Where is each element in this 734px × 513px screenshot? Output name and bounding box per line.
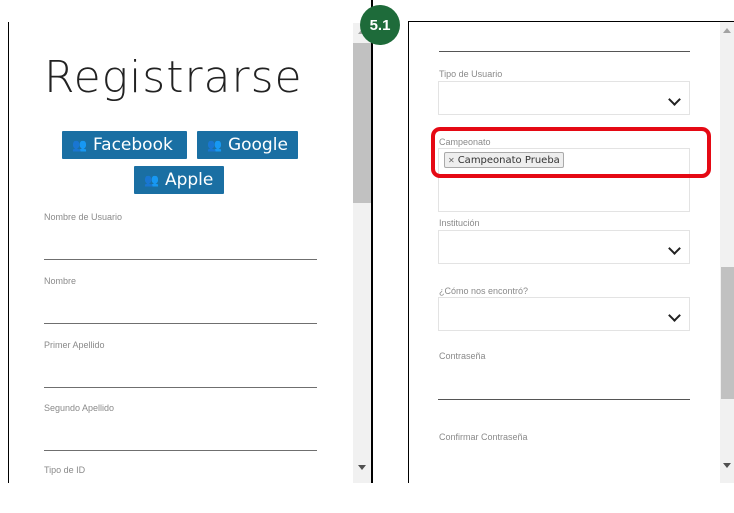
second-surname-field: Segundo Apellido [44,403,318,451]
chevron-down-icon [668,93,681,106]
panel-border-left [408,21,409,483]
apple-button-label: Apple [164,170,214,190]
username-field: Nombre de Usuario [44,212,318,260]
institution-label: Institución [439,218,480,228]
how-found-select[interactable] [438,297,690,331]
step-badge: 5.1 [360,5,400,45]
facebook-signup-button[interactable]: 👥 Facebook [62,131,187,159]
field-underline [44,387,317,388]
close-icon[interactable]: ✕ [448,156,455,165]
user-plus-icon: 👥 [207,138,222,152]
right-scrollbar[interactable] [720,22,734,483]
scrollbar-thumb[interactable] [721,267,734,399]
field-underline [44,323,317,324]
second-surname-input[interactable] [44,417,318,449]
championship-multiselect[interactable]: ✕ Campeonato Prueba [438,148,690,212]
password-underline [438,399,690,400]
panel-divider [371,0,373,483]
championship-label: Campeonato [439,137,491,147]
name-field: Nombre [44,276,318,324]
user-type-select[interactable] [438,81,690,115]
password-label: Contraseña [439,351,486,361]
page-title: Registrarse [44,52,303,103]
user-plus-icon: 👥 [144,173,159,187]
panel-border-top [408,21,734,22]
field-underline [44,450,317,451]
username-label: Nombre de Usuario [44,212,123,222]
institution-select[interactable] [438,230,690,264]
field-underline [44,259,317,260]
username-input[interactable] [44,226,318,258]
google-button-label: Google [227,135,288,155]
panel-border-left [8,22,9,483]
name-input[interactable] [44,290,318,322]
facebook-button-label: Facebook [92,135,173,155]
scroll-down-arrow-icon[interactable] [358,465,366,470]
second-surname-label: Segundo Apellido [44,403,115,413]
scroll-up-arrow-icon[interactable] [723,28,731,33]
left-registration-panel: Registrarse 👥 Facebook 👥 Google 👥 Apple … [0,0,373,483]
championship-tag: ✕ Campeonato Prueba [444,152,564,168]
previous-field-underline [439,51,690,52]
password-input[interactable] [438,365,692,399]
left-scrollbar[interactable] [353,23,371,483]
confirm-password-label: Confirmar Contraseña [439,432,528,442]
user-type-label: Tipo de Usuario [439,69,503,79]
confirm-password-input[interactable] [438,446,692,478]
chevron-down-icon [668,309,681,322]
user-plus-icon: 👥 [72,138,87,152]
scrollbar-thumb[interactable] [353,43,371,203]
name-label: Nombre [44,276,77,286]
first-surname-input[interactable] [44,354,318,386]
chevron-down-icon [668,242,681,255]
first-surname-label: Primer Apellido [44,340,105,350]
apple-signup-button[interactable]: 👥 Apple [134,166,224,194]
first-surname-field: Primer Apellido [44,340,318,388]
google-signup-button[interactable]: 👥 Google [197,131,298,159]
scroll-down-arrow-icon[interactable] [723,463,731,468]
championship-tag-label: Campeonato Prueba [457,154,560,166]
id-type-label: Tipo de ID [44,465,86,475]
how-found-label: ¿Cómo nos encontró? [439,286,529,296]
id-type-field: Tipo de ID [44,465,317,513]
